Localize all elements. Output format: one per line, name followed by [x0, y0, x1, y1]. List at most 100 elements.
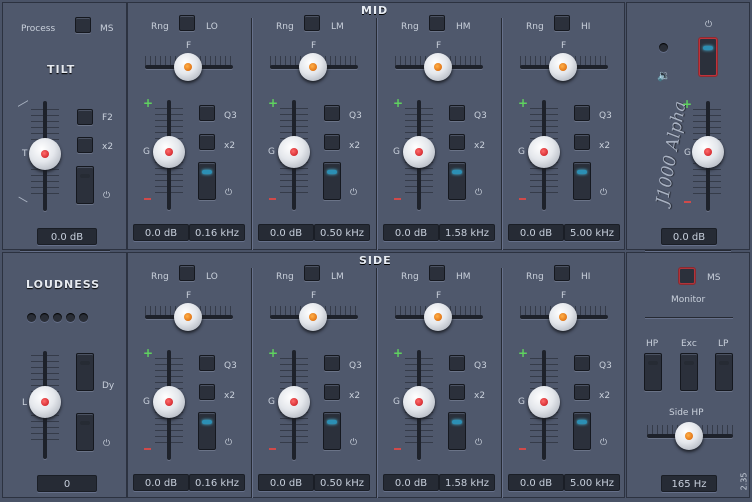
side-band-3-freq-display[interactable]: 1.58 kHz	[439, 474, 495, 491]
side-band-2-rng-button[interactable]	[304, 265, 320, 281]
side-band-2-freq-knob[interactable]	[299, 303, 327, 331]
mid-band-3-freq-display[interactable]: 1.58 kHz	[439, 224, 495, 241]
process-ms-button[interactable]	[75, 17, 91, 33]
side-band-1-gain-knob[interactable]	[153, 386, 185, 418]
side-band-4-rng-button[interactable]	[554, 265, 570, 281]
mid-band-2-power-icon: ⏻	[350, 188, 358, 198]
mid-band-2-q3-button[interactable]	[324, 105, 340, 121]
side-band-4-gain-display[interactable]: 0.0 dB	[508, 474, 564, 491]
mid-band-4-q3-button[interactable]	[574, 105, 590, 121]
mid-band-1-plus-icon: +	[143, 96, 154, 110]
side-band-1-freq-display[interactable]: 0.16 kHz	[189, 474, 245, 491]
side-band-4-freq-display[interactable]: 5.00 kHz	[564, 474, 620, 491]
mid-band-1-gain-knob[interactable]	[153, 136, 185, 168]
mid-band-1-freq-knob[interactable]	[174, 53, 202, 81]
side-band-1-freq-knob[interactable]	[174, 303, 202, 331]
side-band-1-rng-button[interactable]	[179, 265, 195, 281]
side-band-4-x2-button[interactable]	[574, 384, 590, 400]
mid-band-1-power-toggle[interactable]	[198, 162, 216, 200]
mid-band-4-power-toggle[interactable]	[573, 162, 591, 200]
mid-band-4-freq-knob[interactable]	[549, 53, 577, 81]
mid-band-4-gain-knob[interactable]	[528, 136, 560, 168]
side-band-2-x2-button[interactable]	[324, 384, 340, 400]
output-g-label: G	[684, 148, 691, 158]
tilt-x2-button[interactable]	[77, 137, 93, 153]
side-band-1-gain-display[interactable]: 0.0 dB	[133, 474, 189, 491]
side-band-3-gain-knob[interactable]	[403, 386, 435, 418]
loudness-power-toggle[interactable]	[76, 413, 94, 451]
side-band-4-gain-knob[interactable]	[528, 386, 560, 418]
side-band-2-gain-knob[interactable]	[278, 386, 310, 418]
mid-band-4-rng-button[interactable]	[554, 15, 570, 31]
tilt-fader-knob[interactable]	[29, 138, 61, 170]
side-band-1-rng-label: Rng	[151, 272, 169, 282]
side-band-3-q3-button[interactable]	[449, 355, 465, 371]
output-value-display[interactable]: 0.0 dB	[661, 228, 717, 245]
side-band-2-rng-label: Rng	[276, 272, 294, 282]
mid-band-3-power-toggle[interactable]	[448, 162, 466, 200]
mid-band-2-freq-knob[interactable]	[299, 53, 327, 81]
side-band-2: Rng LM F + G Q3 x2 ⏻ 0.0 dB 0.50 kHz	[252, 252, 376, 498]
side-band-2-q3-button[interactable]	[324, 355, 340, 371]
side-band-1-x2-button[interactable]	[199, 384, 215, 400]
side-band-1-f-label: F	[186, 291, 192, 301]
side-band-1-power-toggle[interactable]	[198, 412, 216, 450]
side-band-2-g-label: G	[268, 397, 275, 407]
mid-band-3-gain-knob[interactable]	[403, 136, 435, 168]
output-plus-icon: +	[682, 97, 693, 111]
side-band-3-rng-button[interactable]	[429, 265, 445, 281]
side-band-2-gain-display[interactable]: 0.0 dB	[258, 474, 314, 491]
mid-band-1-x2-button[interactable]	[199, 134, 215, 150]
mid-band-3-gain-display[interactable]: 0.0 dB	[383, 224, 439, 241]
lp-toggle[interactable]	[715, 353, 733, 391]
tilt-value-display[interactable]: 0.0 dB	[37, 228, 97, 245]
mid-band-1-q3-label: Q3	[224, 111, 237, 121]
loudness-value-display[interactable]: 0	[37, 475, 97, 492]
mid-band-4: Rng HI F + G Q3 x2 ⏻ 0.0 dB 5.00 kHz	[502, 2, 626, 248]
mid-band-3-rng-button[interactable]	[429, 15, 445, 31]
side-band-3-power-toggle[interactable]	[448, 412, 466, 450]
mid-band-2-gain-knob[interactable]	[278, 136, 310, 168]
hp-toggle[interactable]	[644, 353, 662, 391]
side-band-3-x2-button[interactable]	[449, 384, 465, 400]
mid-band-2-minus-icon	[269, 198, 276, 200]
side-band-4-q3-button[interactable]	[574, 355, 590, 371]
output-power-toggle[interactable]	[699, 38, 717, 76]
side-hp-knob[interactable]	[675, 422, 703, 450]
exc-toggle[interactable]	[680, 353, 698, 391]
loudness-led-3	[53, 313, 62, 322]
side-band-1-q3-button[interactable]	[199, 355, 215, 371]
side-band-2-power-toggle[interactable]	[323, 412, 341, 450]
output-fader-knob[interactable]	[692, 136, 724, 168]
mid-band-1-rng-button[interactable]	[179, 15, 195, 31]
mid-band-1-freq-display[interactable]: 0.16 kHz	[189, 224, 245, 241]
mid-band-1-gain-display[interactable]: 0.0 dB	[133, 224, 189, 241]
loudness-fader-knob[interactable]	[29, 386, 61, 418]
mid-band-4-gain-display[interactable]: 0.0 dB	[508, 224, 564, 241]
loudness-dy-toggle[interactable]	[76, 353, 94, 391]
mid-band-divider	[251, 18, 252, 250]
mid-band-2-power-toggle[interactable]	[323, 162, 341, 200]
tilt-power-toggle[interactable]	[76, 166, 94, 204]
mid-band-2-freq-display[interactable]: 0.50 kHz	[314, 224, 370, 241]
side-band-4-freq-knob[interactable]	[549, 303, 577, 331]
mid-band-2-rng-button[interactable]	[304, 15, 320, 31]
mid-band-2-gain-display[interactable]: 0.0 dB	[258, 224, 314, 241]
mid-band-3-x2-button[interactable]	[449, 134, 465, 150]
mid-band-4-freq-display[interactable]: 5.00 kHz	[564, 224, 620, 241]
mid-band-2-x2-button[interactable]	[324, 134, 340, 150]
side-band-3-f-label: F	[436, 291, 442, 301]
mid-band-3-plus-icon: +	[393, 96, 404, 110]
mid-band-1-q3-button[interactable]	[199, 105, 215, 121]
side-band-3-gain-display[interactable]: 0.0 dB	[383, 474, 439, 491]
mid-band-4-name-label: HI	[581, 22, 591, 32]
tilt-f2-button[interactable]	[77, 109, 93, 125]
side-hp-display[interactable]: 165 Hz	[661, 475, 717, 492]
side-band-3-freq-knob[interactable]	[424, 303, 452, 331]
mid-band-3-q3-button[interactable]	[449, 105, 465, 121]
side-band-2-freq-display[interactable]: 0.50 kHz	[314, 474, 370, 491]
monitor-ms-button[interactable]	[679, 268, 695, 284]
mid-band-4-x2-button[interactable]	[574, 134, 590, 150]
side-band-4-power-toggle[interactable]	[573, 412, 591, 450]
mid-band-3-freq-knob[interactable]	[424, 53, 452, 81]
